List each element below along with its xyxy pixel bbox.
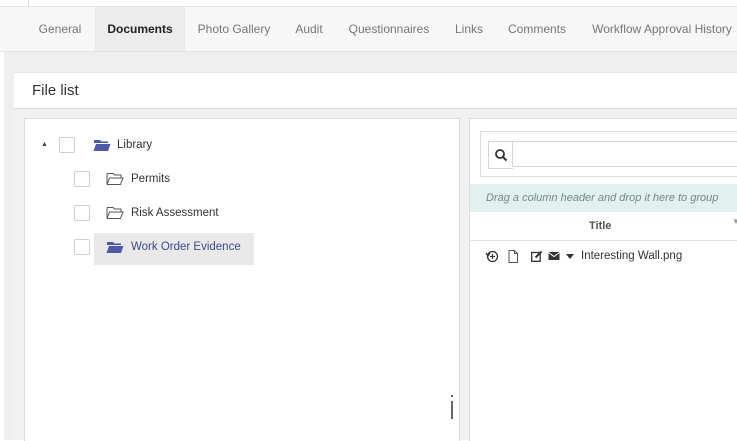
risk-assessment-checkbox[interactable] [74, 205, 90, 221]
pane-splitter[interactable] [451, 395, 454, 421]
tab-audit[interactable]: Audit [283, 7, 335, 51]
grid-header: Title ▼ [470, 213, 737, 241]
tab-workflow-approval-history[interactable]: Workflow Approval History [579, 7, 737, 51]
folder-tree-panel: ▲ Library Permits Risk Assessment Work O… [24, 118, 460, 441]
tree-node-work-order-evidence[interactable]: Work Order Evidence [25, 233, 325, 265]
search-button[interactable] [488, 141, 513, 169]
group-drop-area[interactable]: Drag a column header and drop it here to… [470, 184, 737, 212]
tree-node-label: Permits [131, 173, 170, 185]
email-icon[interactable] [548, 251, 560, 261]
top-strip [0, 0, 737, 7]
tree-node-label: Risk Assessment [131, 207, 219, 219]
search-toolbar [480, 131, 737, 177]
folder-outline-icon [106, 207, 124, 219]
collapse-triangle-icon[interactable]: ▲ [41, 133, 48, 157]
tab-bar: General Documents Photo Gallery Audit Qu… [0, 7, 737, 52]
tab-comments[interactable]: Comments [495, 7, 579, 51]
column-header-title[interactable]: Title [589, 213, 611, 240]
tab-questionnaires[interactable]: Questionnaires [335, 7, 443, 51]
tree-node-library[interactable]: ▲ Library [25, 133, 325, 157]
document-icon[interactable] [508, 250, 518, 263]
search-input[interactable] [512, 141, 737, 167]
dropdown-caret-icon[interactable] [566, 254, 574, 259]
table-row[interactable]: Interesting Wall.png [470, 244, 737, 268]
tree-node-risk-assessment[interactable]: Risk Assessment [25, 201, 325, 225]
tab-photo-gallery[interactable]: Photo Gallery [185, 7, 283, 51]
tab-general[interactable]: General [25, 7, 95, 51]
file-list-header: File list [14, 72, 737, 109]
folder-open-icon [93, 140, 111, 151]
splitter-dot [451, 395, 453, 397]
history-icon[interactable] [485, 249, 499, 263]
edit-icon[interactable] [531, 250, 543, 262]
file-title[interactable]: Interesting Wall.png [581, 244, 682, 268]
tab-links[interactable]: Links [443, 7, 495, 51]
work-order-evidence-checkbox[interactable] [74, 239, 90, 255]
splitter-handle[interactable] [451, 401, 453, 419]
tree-node-label: Work Order Evidence [131, 241, 241, 253]
tree-node-label: Library [117, 139, 153, 151]
folder-outline-icon [106, 173, 124, 185]
tab-documents[interactable]: Documents [95, 7, 185, 51]
top-divider [28, 0, 29, 6]
group-hint-text: Drag a column header and drop it here to… [486, 192, 719, 204]
library-checkbox[interactable] [59, 137, 75, 153]
file-list-title: File list [32, 82, 79, 99]
tree-node-permits[interactable]: Permits [25, 167, 325, 191]
search-icon [495, 149, 508, 162]
folder-open-icon [106, 242, 124, 253]
column-menu-icon[interactable]: ▼ [732, 217, 737, 226]
permits-checkbox[interactable] [74, 171, 90, 187]
